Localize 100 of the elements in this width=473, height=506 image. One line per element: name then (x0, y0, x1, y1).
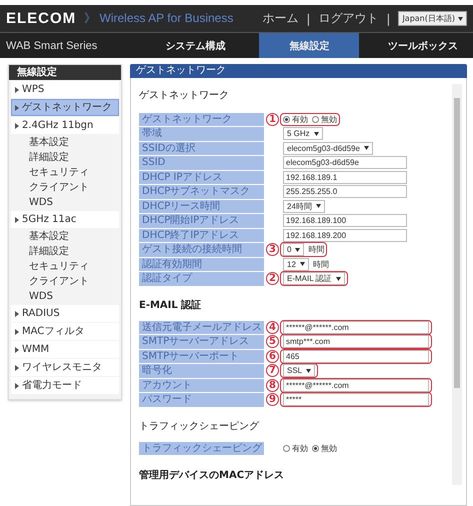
field-label: 帯域 (139, 127, 264, 140)
page-title: ゲストネットワーク (130, 64, 467, 78)
arrow-icon (15, 346, 19, 352)
select-field[interactable]: 0 (283, 243, 304, 256)
annotation-number: 6 (266, 350, 279, 363)
caret-icon (336, 276, 341, 281)
field-label: トラフィックシェーピング (139, 442, 264, 455)
scrollbar[interactable] (452, 84, 462, 485)
input-field[interactable]: 465 (283, 350, 429, 363)
field-label: DHCP終了IPアドレス (139, 228, 264, 242)
caret-icon (306, 368, 312, 373)
input-field[interactable]: 192.168.189.1 (283, 170, 407, 184)
annotation-number: 4 (266, 320, 279, 334)
radio-option[interactable]: 有効 (283, 442, 308, 454)
input-field[interactable]: ***** (283, 393, 429, 406)
field-label: SMTPサーバーポート (139, 350, 264, 363)
sidebar-item[interactable]: RADIUS (11, 305, 119, 322)
header-link[interactable]: ログアウト (318, 10, 378, 27)
field-label: パスワード (139, 393, 264, 406)
sidebar-subitem[interactable]: 詳細設定 (9, 244, 121, 259)
radio-option[interactable]: 無効 (312, 442, 337, 454)
separator: | (386, 12, 390, 26)
sidebar-subitem[interactable]: 基本設定 (9, 229, 121, 244)
annotation-number: 1 (266, 112, 279, 126)
sidebar-subitem[interactable]: 詳細設定 (9, 150, 121, 165)
sidebar-subitem[interactable]: WDS (9, 289, 121, 304)
field-label: DHCPリース時間 (139, 200, 264, 213)
select-field[interactable]: SSL (283, 364, 316, 378)
arrow-icon (15, 310, 19, 316)
arrow-icon (15, 122, 19, 128)
field-label: 送信元電子メールアドレス (139, 320, 264, 334)
arrow-icon (15, 328, 19, 334)
sidebar-item[interactable]: 5GHz 11ac (11, 211, 119, 228)
sidebar-item[interactable]: ワイヤレスモニタ (11, 359, 119, 376)
select-field[interactable]: 24時間 (283, 200, 325, 213)
field-label: ゲストネットワーク (139, 112, 264, 126)
sidebar-subitem[interactable]: WDS (9, 195, 121, 210)
field-label: 認証タイプ (139, 272, 264, 286)
field-label: SMTPサーバーアドレス (139, 335, 264, 348)
caret-icon (300, 262, 305, 266)
field-label: DHCP開始IPアドレス (139, 214, 264, 228)
sidebar-subitem[interactable]: セキュリティ (9, 259, 121, 274)
section-heading: ゲストネットワーク (139, 89, 230, 102)
sidebar-item[interactable]: WMM (11, 341, 119, 358)
arrow-icon (15, 216, 19, 222)
caret-icon (458, 16, 463, 20)
series-name: WAB Smart Series (5, 38, 98, 54)
section-heading: 管理用デバイスのMACアドレス (139, 468, 286, 482)
annotation-number: 3 (266, 243, 279, 256)
unit-label: 時間 (308, 244, 324, 256)
select-field[interactable]: E-MAIL 認証 (283, 272, 345, 286)
annotation-number: 5 (266, 335, 279, 348)
sidebar-item[interactable]: 省電力モード (11, 377, 119, 394)
input-field[interactable]: ******@******.com (283, 320, 429, 334)
field-label: ゲスト接続の接続時間 (139, 243, 264, 256)
header-link[interactable]: ホーム (262, 10, 298, 27)
language-select[interactable]: Japan(日本語) (398, 11, 467, 26)
input-field[interactable]: 255.255.255.0 (283, 185, 407, 198)
input-field[interactable]: 192.168.189.200 (283, 228, 407, 242)
input-field[interactable]: elecom5g03-d6d59e (283, 156, 407, 170)
section-heading: トラフィックシェーピング (139, 420, 260, 433)
separator: | (306, 12, 310, 26)
field-label: DHCP IPアドレス (139, 170, 264, 184)
sidebar-subitem[interactable]: 基本設定 (9, 135, 121, 150)
sidebar-item[interactable]: WPS (11, 81, 119, 98)
annotation-number: 2 (266, 272, 279, 286)
nav-tab[interactable]: 無線設定 (259, 33, 360, 58)
section-heading: E-MAIL 認証 (139, 298, 202, 312)
sidebar-item[interactable]: ゲストネットワーク (11, 99, 119, 116)
input-field[interactable]: ******@******.com (283, 378, 429, 392)
product-name: 》 Wireless AP for Business (84, 10, 234, 27)
select-field[interactable]: 5 GHz (283, 127, 323, 140)
input-field[interactable]: smtp***.com (283, 335, 429, 348)
field-label: アカウント (139, 378, 264, 392)
nav-tab[interactable]: ツールボックス (373, 33, 473, 58)
sidebar-subitem[interactable]: クライアント (9, 274, 121, 289)
sidebar-item[interactable]: 2.4GHz 11bgn (11, 117, 119, 134)
select-field[interactable]: 12 (283, 258, 309, 271)
radio-option[interactable]: 有効 (283, 114, 308, 125)
select-field[interactable]: elecom5g03-d6d59e (283, 142, 373, 155)
radio-option[interactable]: 無効 (312, 114, 337, 125)
arrow-icon (15, 382, 19, 388)
arrow-icon (15, 364, 19, 370)
sidebar-title: 無線設定 (9, 65, 121, 80)
annotation-number: 8 (266, 378, 279, 392)
caret-icon (314, 132, 319, 136)
logo: ELECOM (6, 10, 76, 27)
field-label: 暗号化 (139, 364, 264, 378)
field-label: SSIDの選択 (139, 142, 264, 155)
annotation-number: 7 (266, 364, 279, 378)
caret-icon (364, 146, 369, 150)
nav-tab[interactable]: システム構成 (146, 33, 246, 58)
arrow-icon (15, 104, 19, 110)
input-field[interactable]: 192.168.189.100 (283, 214, 407, 228)
caret-icon (316, 204, 321, 208)
field-label: SSID (139, 156, 264, 170)
sidebar-subitem[interactable]: クライアント (9, 180, 121, 195)
sidebar-item[interactable]: MACフィルタ (11, 323, 119, 340)
sidebar-subitem[interactable]: セキュリティ (9, 165, 121, 180)
field-label: 認証有効期間 (139, 258, 264, 271)
